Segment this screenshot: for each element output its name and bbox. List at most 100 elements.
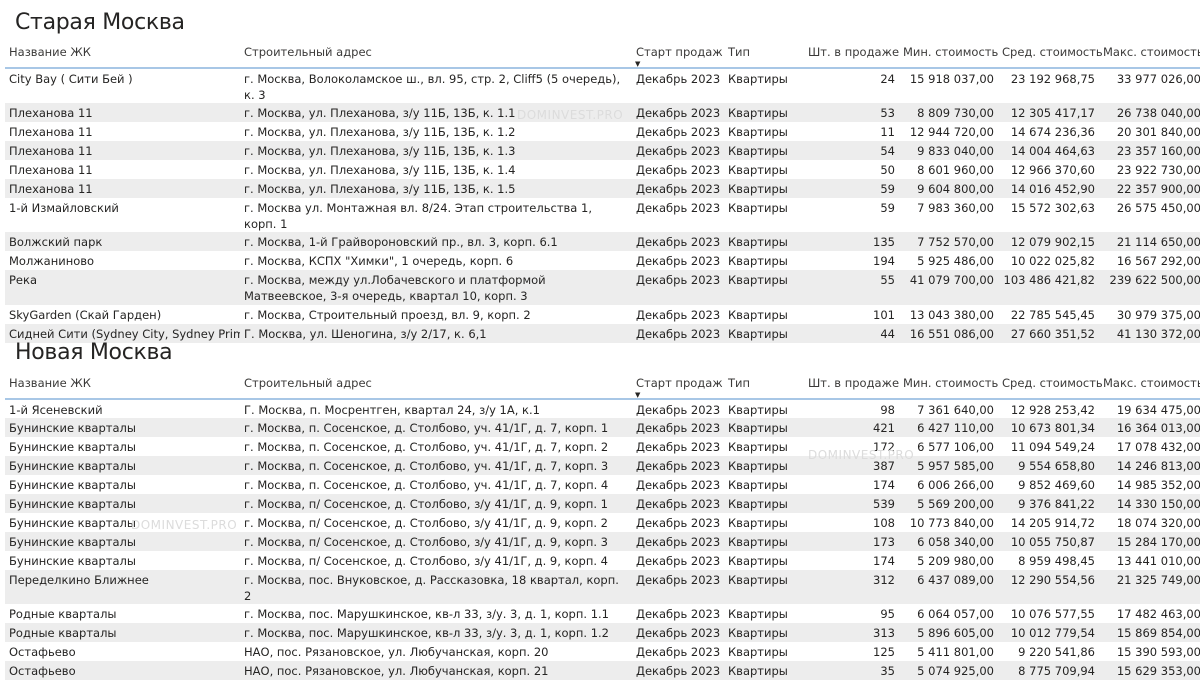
cell-min-price: 7 983 360,00: [917, 201, 994, 215]
cell-sales-start: Декабрь 2023: [636, 645, 721, 659]
column-header-type[interactable]: Тип: [724, 37, 804, 68]
column-header-min-price[interactable]: Мин. стоимость: [899, 37, 998, 68]
cell-max-price: 15 284 170,00: [1116, 535, 1200, 549]
cell-name: 1-й Измайловский: [9, 201, 119, 215]
section-title-new-moscow: Новая Москва: [15, 340, 173, 365]
cell-min-price: 7 361 640,00: [917, 403, 994, 417]
column-header-name[interactable]: Название ЖК: [5, 368, 240, 399]
cell-max-price: 17 078 432,00: [1116, 440, 1200, 454]
table-row[interactable]: Бунинские кварталы г. Москва, п/ Сосенско…: [5, 494, 1200, 513]
table-row[interactable]: Родные кварталы г. Москва, пос. Марушкинс…: [5, 623, 1200, 642]
cell-avg-price: 12 079 902,15: [1010, 235, 1095, 249]
cell-count: 59: [880, 201, 895, 215]
table-row[interactable]: Плеханова 11 г. Москва, ул. Плеханова, з/…: [5, 160, 1200, 179]
table-row[interactable]: Сидней Сити (Sydney City, Sydney Prime) Г…: [5, 324, 1200, 343]
table-row[interactable]: Бунинские кварталы г. Москва, п/ Сосенско…: [5, 551, 1200, 570]
cell-address: г. Москва, пос. Марушкинское, кв-л 33, з…: [244, 626, 609, 640]
table-row[interactable]: Волжский парк г. Москва, 1-й Грайвороновс…: [5, 232, 1200, 251]
cell-count: 174: [873, 478, 895, 492]
cell-sales-start: Декабрь 2023: [636, 440, 721, 454]
column-header-count[interactable]: Шт. в продаже: [804, 368, 899, 399]
column-header-address[interactable]: Строительный адрес: [240, 37, 632, 68]
cell-type: Квартиры: [728, 554, 788, 568]
cell-address: г. Москва, п. Сосенское, д. Столбово, уч…: [244, 421, 609, 435]
column-header-max-price[interactable]: Макс. стоимость: [1099, 368, 1200, 399]
cell-name: Бунинские кварталы: [9, 535, 136, 549]
new-moscow-table-body: 1-й Ясеневский Г. Москва, п. Мосрентген, …: [5, 399, 1200, 680]
cell-type: Квартиры: [728, 421, 788, 435]
cell-name: Бунинские кварталы: [9, 478, 136, 492]
column-header-count[interactable]: Шт. в продаже: [804, 37, 899, 68]
table-row[interactable]: Плеханова 11 г. Москва, ул. Плеханова, з/…: [5, 179, 1200, 198]
cell-min-price: 41 079 700,00: [909, 273, 994, 287]
column-header-sales-start[interactable]: Старт продаж ▼: [632, 37, 724, 68]
cell-sales-start: Декабрь 2023: [636, 182, 721, 196]
cell-address: г. Москва, п. Сосенское, д. Столбово, уч…: [244, 459, 609, 473]
cell-name: Бунинские кварталы: [9, 421, 136, 435]
table-row[interactable]: 1-й Ясеневский Г. Москва, п. Мосрентген, …: [5, 399, 1200, 418]
cell-max-price: 41 130 372,00: [1116, 327, 1200, 341]
cell-min-price: 9 604 800,00: [917, 182, 994, 196]
column-header-name[interactable]: Название ЖК: [5, 37, 240, 68]
cell-min-price: 10 773 840,00: [909, 516, 994, 530]
cell-address: г. Москва, п. Сосенское, д. Столбово, уч…: [244, 478, 609, 492]
cell-avg-price: 12 305 417,17: [1010, 106, 1095, 120]
table-row[interactable]: Бунинские кварталы г. Москва, п. Сосенско…: [5, 456, 1200, 475]
cell-address: НАО, пос. Рязановское, ул. Любучанская, …: [244, 664, 549, 678]
cell-max-price: 33 977 026,00: [1116, 72, 1200, 86]
cell-address: г. Москва, ул. Плеханова, з/у 11Б, 13Б, …: [244, 163, 516, 177]
table-row[interactable]: SkyGarden (Скай Гарден) г. Москва, Строит…: [5, 305, 1200, 324]
cell-name: SkyGarden (Скай Гарден): [9, 308, 162, 322]
cell-max-price: 14 246 813,00: [1116, 459, 1200, 473]
column-header-min-price[interactable]: Мин. стоимость: [899, 368, 998, 399]
table-row[interactable]: Родные кварталы г. Москва, пос. Марушкинс…: [5, 604, 1200, 623]
cell-count: 194: [873, 254, 895, 268]
cell-avg-price: 8 775 709,94: [1018, 664, 1095, 678]
cell-avg-price: 12 290 554,56: [1010, 573, 1095, 587]
cell-address: Г. Москва, п. Мосрентген, квартал 24, з/…: [244, 403, 540, 417]
cell-name: Плеханова 11: [9, 144, 93, 158]
table-row[interactable]: Плеханова 11 г. Москва, ул. Плеханова, з/…: [5, 141, 1200, 160]
cell-sales-start: Декабрь 2023: [636, 235, 721, 249]
table-row[interactable]: Молжаниново г. Москва, КСПХ "Химки", 1 оч…: [5, 251, 1200, 270]
cell-name: Плеханова 11: [9, 125, 93, 139]
table-row[interactable]: City Bay ( Сити Бей ) г. Москва, Волокола…: [5, 68, 1200, 103]
table-row[interactable]: 1-й Измайловский г. Москва ул. Монтажная …: [5, 198, 1200, 232]
cell-address: г. Москва, ул. Плеханова, з/у 11Б, 13Б, …: [244, 144, 516, 158]
cell-max-price: 239 622 500,00: [1109, 273, 1200, 287]
column-header-max-price[interactable]: Макс. стоимость: [1099, 37, 1200, 68]
column-header-sales-start[interactable]: Старт продаж ▼: [632, 368, 724, 399]
cell-address: г. Москва ул. Монтажная вл. 8/24. Этап с…: [244, 201, 592, 231]
cell-address: г. Москва, п/ Сосенское, д. Столбово, з/…: [244, 497, 608, 511]
cell-count: 125: [873, 645, 895, 659]
cell-sales-start: Декабрь 2023: [636, 125, 721, 139]
cell-avg-price: 14 674 236,36: [1010, 125, 1095, 139]
cell-name: City Bay ( Сити Бей ): [9, 72, 133, 86]
cell-sales-start: Декабрь 2023: [636, 626, 721, 640]
column-header-avg-price[interactable]: Сред. стоимость: [998, 368, 1103, 399]
column-header-avg-price[interactable]: Сред. стоимость: [998, 37, 1103, 68]
cell-name: Молжаниново: [9, 254, 95, 268]
table-row[interactable]: Бунинские кварталы г. Москва, п. Сосенско…: [5, 418, 1200, 437]
table-row[interactable]: Переделкино Ближнее г. Москва, пос. Внуко…: [5, 570, 1200, 604]
table-row[interactable]: Бунинские кварталы г. Москва, п. Сосенско…: [5, 475, 1200, 494]
cell-max-price: 15 390 593,00: [1116, 645, 1200, 659]
cell-min-price: 6 064 057,00: [917, 607, 994, 621]
column-header-type[interactable]: Тип: [724, 368, 804, 399]
cell-max-price: 20 301 840,00: [1116, 125, 1200, 139]
table-row[interactable]: Бунинские кварталы г. Москва, п/ Сосенско…: [5, 532, 1200, 551]
cell-max-price: 17 482 463,00: [1116, 607, 1200, 621]
table-row[interactable]: Остафьево НАО, пос. Рязановское, ул. Любу…: [5, 642, 1200, 661]
table-row[interactable]: Остафьево НАО, пос. Рязановское, ул. Любу…: [5, 661, 1200, 680]
column-header-address[interactable]: Строительный адрес: [240, 368, 632, 399]
cell-count: 53: [880, 106, 895, 120]
cell-type: Квартиры: [728, 163, 788, 177]
cell-max-price: 21 114 650,00: [1116, 235, 1200, 249]
table-row[interactable]: Бунинские кварталы г. Москва, п. Сосенско…: [5, 437, 1200, 456]
cell-type: Квартиры: [728, 573, 788, 587]
cell-sales-start: Декабрь 2023: [636, 459, 721, 473]
table-row[interactable]: Плеханова 11 г. Москва, ул. Плеханова, з/…: [5, 122, 1200, 141]
cell-address: г. Москва, пос. Марушкинское, кв-л 33, з…: [244, 607, 609, 621]
table-row[interactable]: Река г. Москва, между ул.Лобачевского и п…: [5, 270, 1200, 305]
cell-sales-start: Декабрь 2023: [636, 535, 721, 549]
